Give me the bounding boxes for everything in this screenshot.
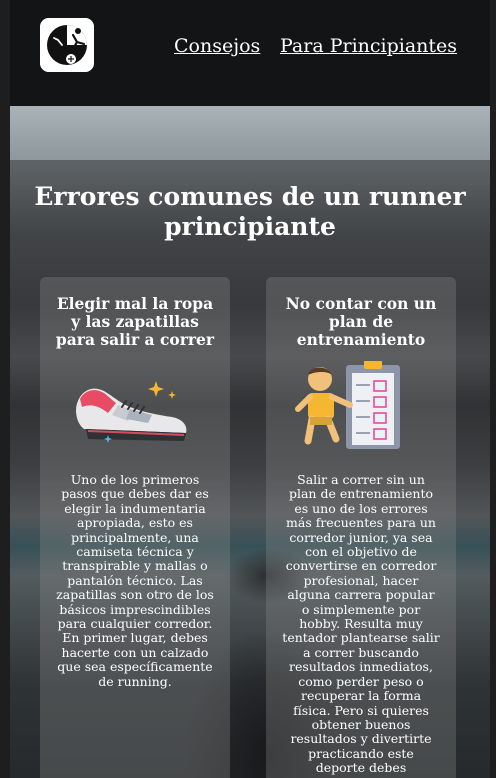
- page-frame: Consejos Para Principiantes Errores comu…: [10, 0, 490, 778]
- card-title: Elegir mal la ropa y las zapatillas para…: [55, 294, 215, 349]
- nav-item-principiantes[interactable]: Para Principiantes: [280, 35, 457, 57]
- site-logo[interactable]: [40, 18, 94, 72]
- nav-link-consejos[interactable]: Consejos: [174, 35, 260, 57]
- site-header: Consejos Para Principiantes: [10, 0, 490, 106]
- runner-logo-icon: [40, 18, 94, 72]
- running-shoe-icon: [76, 381, 187, 443]
- nav-link-principiantes[interactable]: Para Principiantes: [280, 35, 457, 57]
- card-body: Salir a correr sin un plan de entrenamie…: [282, 472, 440, 778]
- error-card-plan: No contar con un plan de entrenamiento S…: [266, 277, 456, 778]
- error-card-ropa: Elegir mal la ropa y las zapatillas para…: [40, 277, 230, 778]
- card-title: No contar con un plan de entrenamiento: [285, 294, 437, 349]
- training-plan-icon: [295, 361, 400, 449]
- hero-image-strip: [10, 106, 490, 160]
- hero-section: Errores comunes de un runner principiant…: [10, 106, 490, 778]
- card-body: Uno de los primeros pasos que debes dar …: [56, 472, 214, 689]
- page-title: Errores comunes de un runner principiant…: [34, 182, 466, 241]
- nav-item-consejos[interactable]: Consejos: [174, 35, 260, 57]
